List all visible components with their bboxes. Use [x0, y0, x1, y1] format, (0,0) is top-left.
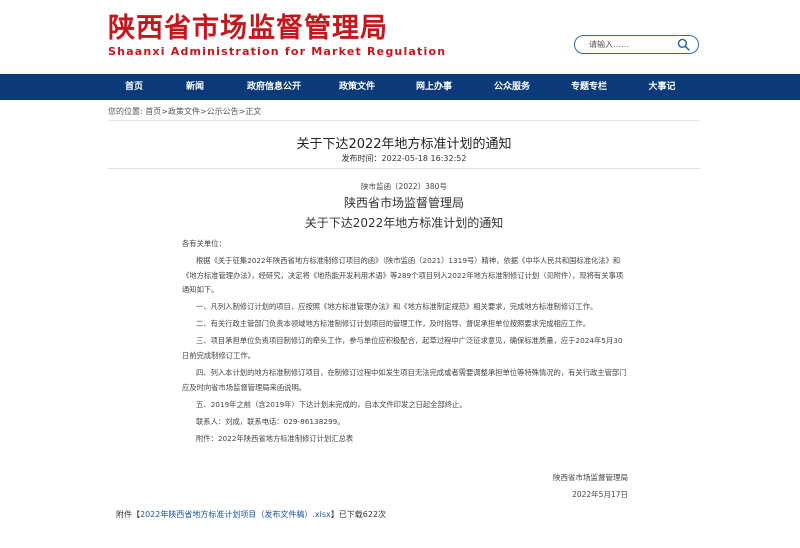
search-box — [574, 35, 699, 54]
search-icon[interactable] — [677, 38, 690, 51]
publish-time: 发布时间：2022-05-18 16:32:52 — [341, 154, 467, 163]
logo-chinese-name: 陕西省市场监督管理局 — [108, 13, 388, 44]
article-body: 各有关单位： 根据《关于征集2022年陕西省地方标准制修订项目的函》（陕市监函〔… — [182, 237, 628, 449]
breadcrumb-home[interactable]: 首页 — [145, 107, 161, 116]
attachment-prefix: 附件【 — [116, 510, 140, 519]
paragraph: 五、2019年之前（含2019年）下达计划未完成的，自本文件印发之日起全部终止。 — [196, 399, 467, 409]
document-title: 关于下达2022年地方标准计划的通知 — [304, 216, 504, 230]
breadcrumb-prefix: 您的位置: — [108, 107, 143, 116]
paragraph: 一、凡列入制修订计划的项目，应按照《地方标准管理办法》和《地方标准制定规范》相关… — [196, 302, 598, 312]
nav-item-gov-info[interactable]: 政府信息公开 — [244, 74, 304, 100]
attachment-note: 附件：2022年陕西省地方标准制修订计划汇总表 — [196, 433, 354, 443]
search-input[interactable] — [589, 38, 677, 51]
nav-item-online-service[interactable]: 网上办事 — [404, 74, 464, 100]
breadcrumb-notice[interactable]: 公示公告 — [207, 107, 239, 116]
contact-info: 联系人：刘成，联系电话：029-86138299。 — [196, 416, 345, 426]
attachment-line: 附件【2022年陕西省地方标准计划项目（发布文件稿）.xlsx】已下载622次 — [116, 509, 386, 520]
nav-item-policy[interactable]: 政策文件 — [327, 74, 387, 100]
signature-block: 陕西省市场监督管理局 2022年5月17日 — [108, 469, 628, 503]
breadcrumb-current: 正文 — [245, 107, 262, 116]
logo-english-name: Shaanxi Administration for Market Regula… — [108, 45, 447, 58]
breadcrumb-separator: > — [161, 107, 168, 116]
nav-item-chronicle[interactable]: 大事记 — [632, 74, 692, 100]
signature-org: 陕西省市场监督管理局 — [553, 473, 628, 482]
breadcrumb-policy[interactable]: 政策文件 — [168, 107, 200, 116]
nav-item-news[interactable]: 新闻 — [165, 74, 225, 100]
nav-item-home[interactable]: 首页 — [104, 74, 164, 100]
document-number: 陕市监函〔2022〕380号 — [361, 182, 447, 191]
main-nav: 首页 新闻 政府信息公开 政策文件 网上办事 公众服务 专题专栏 大事记 — [0, 74, 800, 100]
site-header: 陕西省市场监督管理局 Shaanxi Administration for Ma… — [0, 0, 800, 74]
article-title: 关于下达2022年地方标准计划的通知 — [296, 137, 512, 152]
salutation: 各有关单位： — [182, 239, 226, 248]
nav-item-public-service[interactable]: 公众服务 — [482, 74, 542, 100]
document-org: 陕西省市场监督管理局 — [343, 196, 464, 210]
nav-item-special-topics[interactable]: 专题专栏 — [559, 74, 619, 100]
attachment-download-link[interactable]: 2022年陕西省地方标准计划项目（发布文件稿）.xlsx — [140, 510, 331, 519]
breadcrumb-separator: > — [199, 107, 207, 116]
site-logo[interactable]: 陕西省市场监督管理局 Shaanxi Administration for Ma… — [108, 13, 446, 59]
signature-date: 2022年5月17日 — [572, 490, 628, 499]
breadcrumb: 您的位置: 首页>政策文件>公示公告>正文 — [108, 106, 261, 117]
title-divider — [108, 168, 700, 169]
paragraph: 三、项目承担单位负责项目制修订的牵头工作，参与单位应积极配合，起草过程中广泛征求… — [182, 336, 623, 361]
attachment-download-count: 】已下载622次 — [330, 510, 387, 519]
paragraph: 二、有关行政主管部门负责本领域地方标准制修订计划项目的管理工作，及时指导、督促承… — [196, 319, 591, 329]
article: 关于下达2022年地方标准计划的通知 发布时间：2022-05-18 16:32… — [108, 121, 700, 548]
paragraph: 四、列入本计划的地方标准制修订项目，在制修订过程中如发生项目无法完成或者需要调整… — [182, 368, 627, 392]
paragraph: 根据《关于征集2022年陕西省地方标准制修订项目的函》（陕市监函〔2021〕13… — [182, 256, 624, 295]
